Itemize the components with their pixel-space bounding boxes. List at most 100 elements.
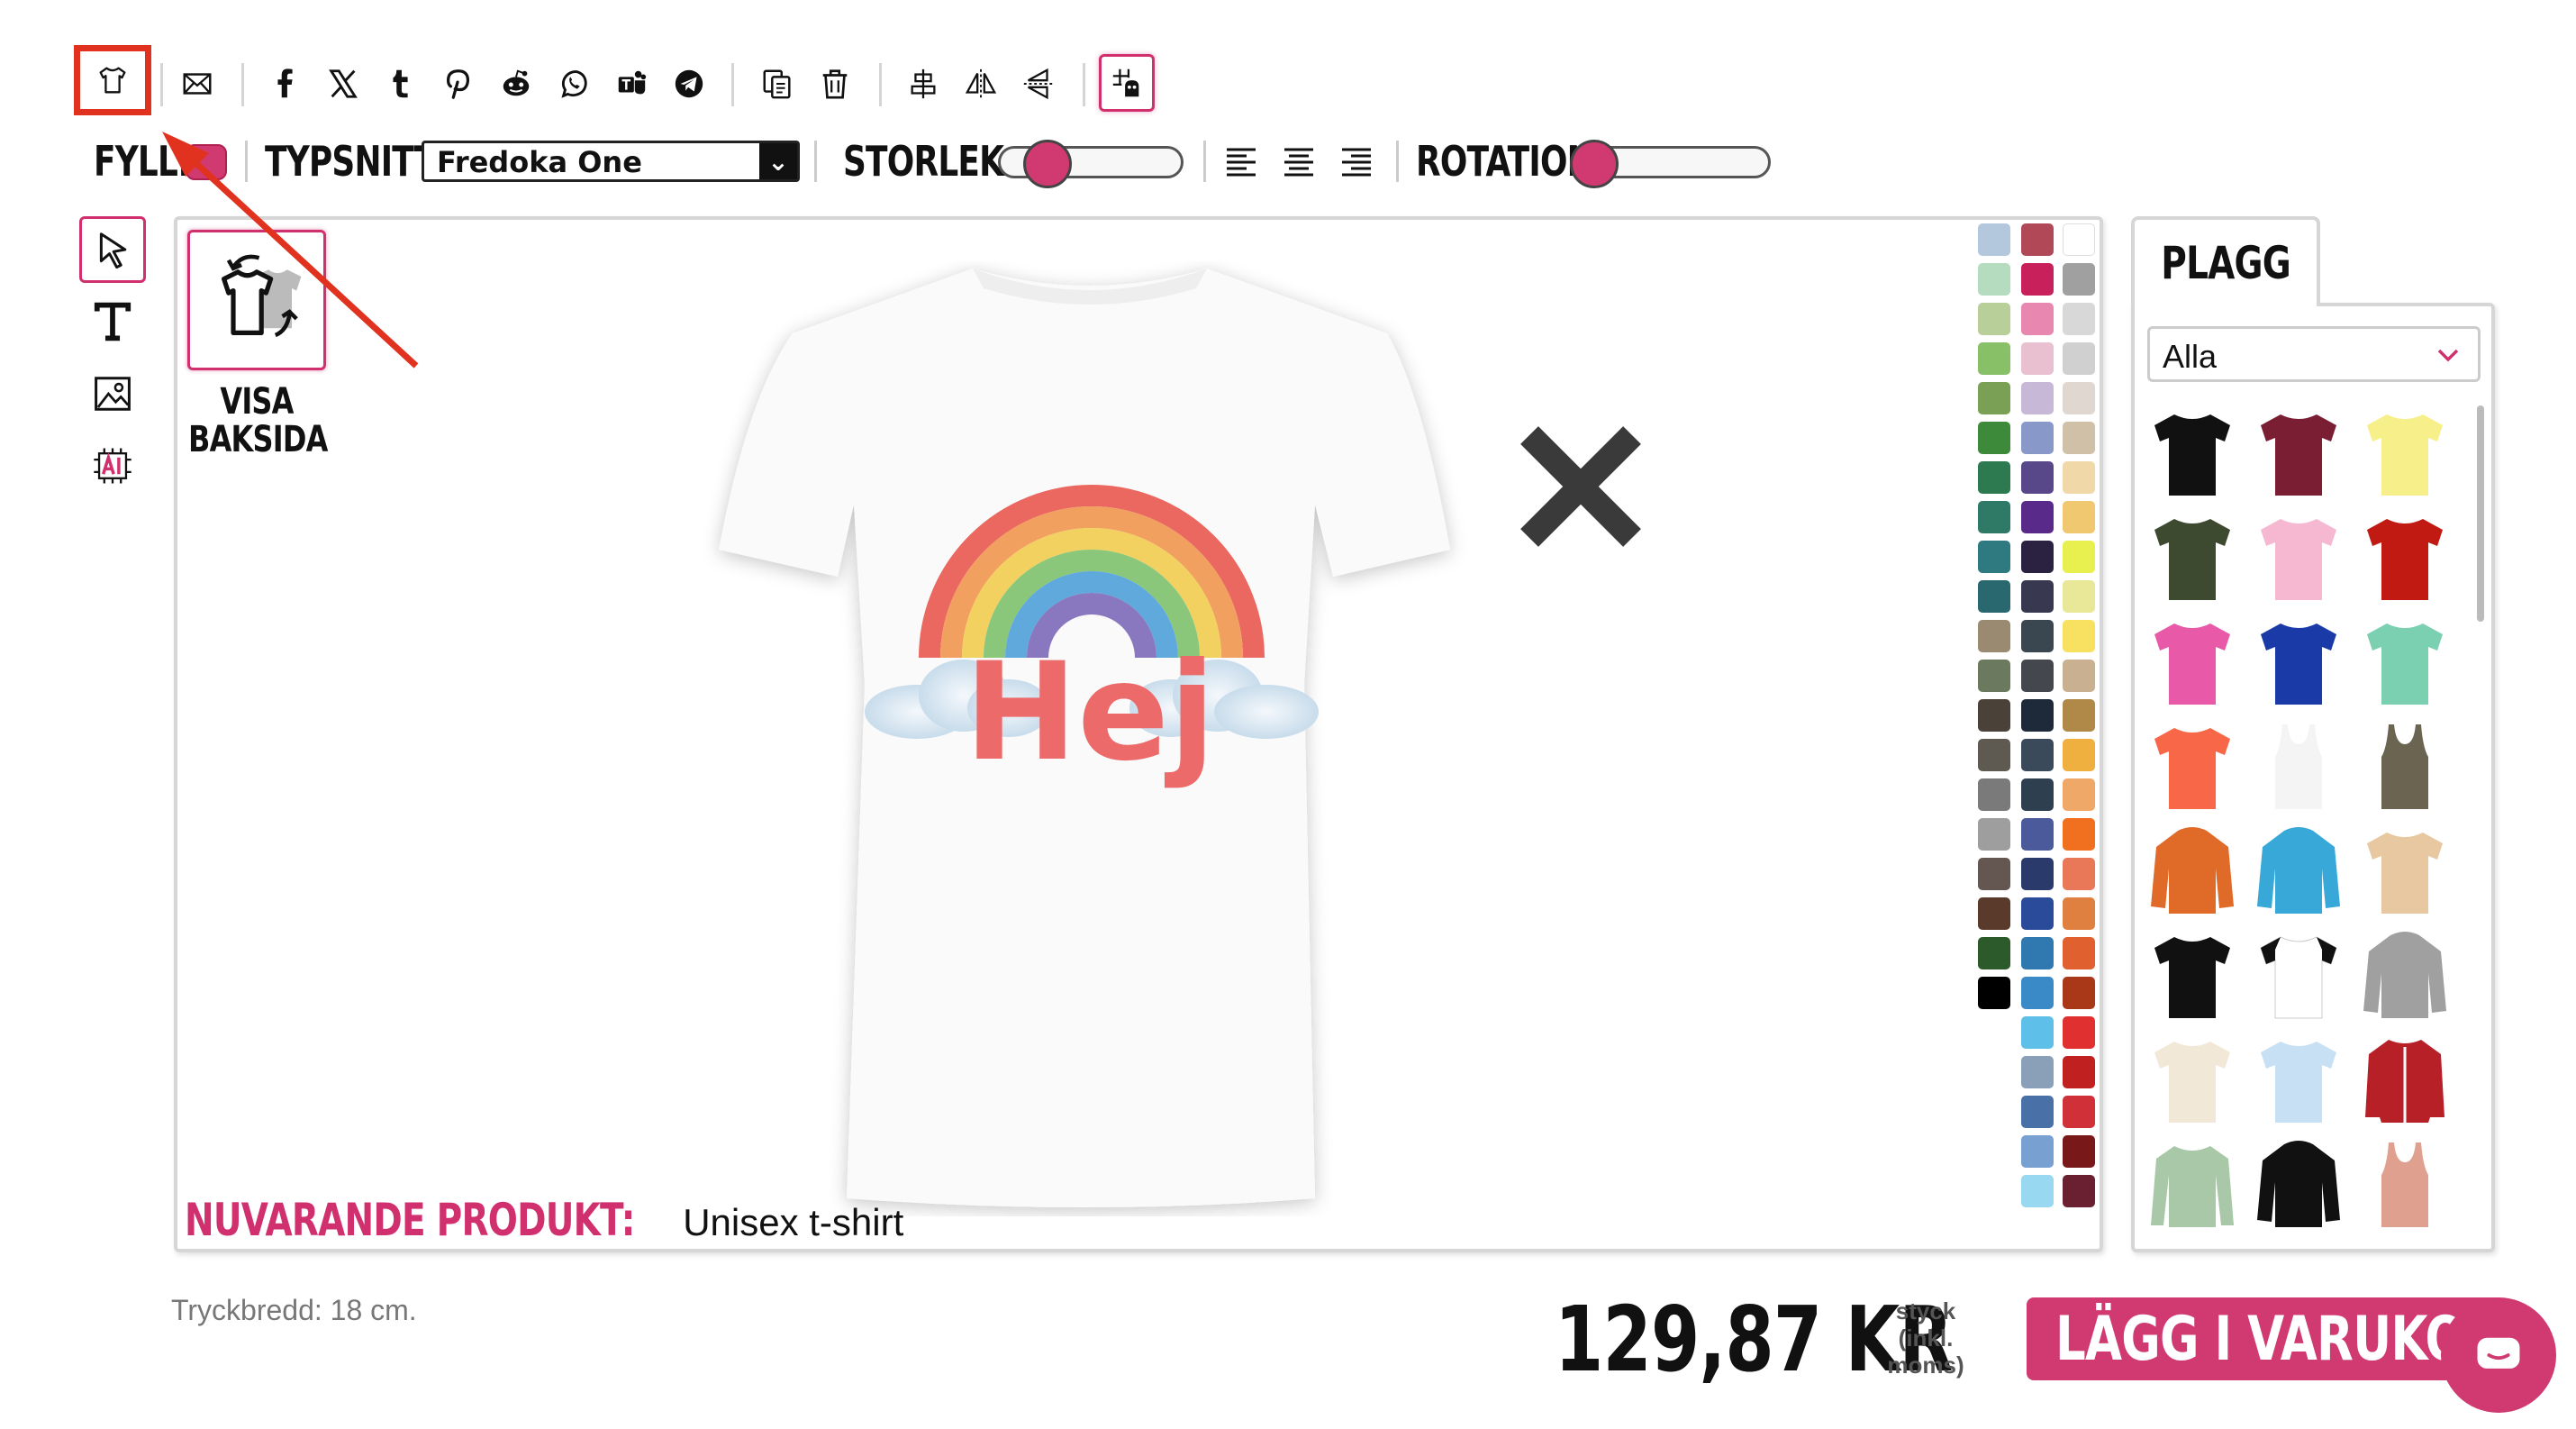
color-swatch[interactable] xyxy=(2021,778,2054,811)
garment-item[interactable] xyxy=(2254,1034,2344,1128)
color-swatch[interactable] xyxy=(2063,1056,2095,1088)
color-swatch[interactable] xyxy=(2021,818,2054,851)
color-swatch[interactable] xyxy=(2063,1175,2095,1207)
rotation-slider[interactable] xyxy=(1570,140,1771,188)
color-swatch[interactable] xyxy=(2063,818,2095,851)
garment-item[interactable] xyxy=(2254,1139,2344,1233)
share-tumblr-button[interactable] xyxy=(375,54,427,114)
garment-item[interactable] xyxy=(2147,721,2237,815)
color-swatch[interactable] xyxy=(2063,699,2095,732)
color-swatch[interactable] xyxy=(1978,858,2010,890)
color-swatch[interactable] xyxy=(1978,699,2010,732)
garment-item[interactable] xyxy=(2147,512,2237,605)
color-swatch[interactable] xyxy=(2063,937,2095,969)
color-swatch[interactable] xyxy=(1978,541,2010,573)
garment-item[interactable] xyxy=(2147,407,2237,501)
share-reddit-button[interactable] xyxy=(490,54,542,114)
garment-filter-select[interactable]: Alla xyxy=(2147,326,2481,382)
duplicate-button[interactable] xyxy=(751,54,803,114)
color-swatch[interactable] xyxy=(1978,422,2010,454)
color-swatch[interactable] xyxy=(2063,501,2095,533)
size-slider[interactable] xyxy=(998,140,1184,188)
garment-item[interactable] xyxy=(2254,721,2344,815)
color-swatch[interactable] xyxy=(2063,223,2095,256)
flip-horizontal-button[interactable] xyxy=(955,54,1007,114)
close-icon[interactable] xyxy=(1513,419,1648,554)
color-swatch[interactable] xyxy=(2063,541,2095,573)
color-swatch[interactable] xyxy=(1978,461,2010,494)
align-center-text-icon[interactable] xyxy=(1281,144,1317,180)
color-swatch[interactable] xyxy=(1978,897,2010,930)
color-swatch[interactable] xyxy=(2021,580,2054,613)
color-swatch[interactable] xyxy=(2021,620,2054,652)
color-swatch[interactable] xyxy=(2063,342,2095,375)
color-swatch[interactable] xyxy=(1978,660,2010,692)
color-swatch[interactable] xyxy=(2063,778,2095,811)
fill-color-swatch[interactable] xyxy=(186,144,227,180)
color-swatch[interactable] xyxy=(2021,858,2054,890)
garment-item[interactable] xyxy=(2360,930,2450,1024)
color-swatch[interactable] xyxy=(1978,223,2010,256)
ai-tool[interactable] xyxy=(79,432,146,499)
garment-item[interactable] xyxy=(2147,1034,2237,1128)
color-swatch[interactable] xyxy=(2021,382,2054,414)
color-swatch[interactable] xyxy=(2021,422,2054,454)
share-telegram-button[interactable] xyxy=(663,54,715,114)
color-swatch[interactable] xyxy=(2021,1016,2054,1049)
garment-item[interactable] xyxy=(2360,512,2450,605)
garment-item[interactable] xyxy=(2360,1034,2450,1128)
chat-button[interactable] xyxy=(2441,1297,2556,1413)
color-swatch[interactable] xyxy=(2063,303,2095,335)
snap-grid-toggle[interactable] xyxy=(1099,54,1155,112)
garment-item[interactable] xyxy=(2254,407,2344,501)
garment-item[interactable] xyxy=(2147,930,2237,1024)
center-align-button[interactable] xyxy=(897,54,949,114)
color-swatch[interactable] xyxy=(1978,620,2010,652)
color-swatch[interactable] xyxy=(2063,620,2095,652)
share-facebook-button[interactable] xyxy=(259,54,312,114)
color-swatch[interactable] xyxy=(2021,461,2054,494)
garment-item[interactable] xyxy=(2147,825,2237,919)
share-pinterest-button[interactable] xyxy=(432,54,485,114)
garment-item[interactable] xyxy=(2254,616,2344,710)
garment-item[interactable] xyxy=(2254,930,2344,1024)
size-slider-knob[interactable] xyxy=(1023,140,1073,188)
select-product-button[interactable] xyxy=(74,45,151,115)
color-swatch[interactable] xyxy=(2063,858,2095,890)
add-to-cart-button[interactable]: LÄGG I VARUKORGEN xyxy=(2027,1297,2504,1380)
color-swatch[interactable] xyxy=(2063,382,2095,414)
color-swatch[interactable] xyxy=(2021,1135,2054,1168)
share-whatsapp-button[interactable] xyxy=(548,54,600,114)
share-teams-button[interactable] xyxy=(605,54,658,114)
color-swatch[interactable] xyxy=(1978,382,2010,414)
add-image-tool[interactable] xyxy=(79,360,146,427)
garment-item[interactable] xyxy=(2254,825,2344,919)
color-swatch[interactable] xyxy=(2063,580,2095,613)
color-swatch[interactable] xyxy=(1978,263,2010,296)
scrollbar[interactable] xyxy=(2477,405,2484,622)
color-swatch[interactable] xyxy=(2021,263,2054,296)
color-swatch[interactable] xyxy=(1978,580,2010,613)
color-swatch[interactable] xyxy=(2063,263,2095,296)
color-swatch[interactable] xyxy=(2021,739,2054,771)
color-swatch[interactable] xyxy=(1978,818,2010,851)
color-swatch[interactable] xyxy=(2021,660,2054,692)
color-swatch[interactable] xyxy=(2021,223,2054,256)
garment-item[interactable] xyxy=(2360,407,2450,501)
color-swatch[interactable] xyxy=(1978,739,2010,771)
color-swatch[interactable] xyxy=(2021,501,2054,533)
color-swatch[interactable] xyxy=(1978,977,2010,1009)
garment-item[interactable] xyxy=(2147,616,2237,710)
color-swatch[interactable] xyxy=(2021,937,2054,969)
flip-vertical-button[interactable] xyxy=(1012,54,1065,114)
color-swatch[interactable] xyxy=(2063,977,2095,1009)
add-text-tool[interactable] xyxy=(79,288,146,355)
color-swatch[interactable] xyxy=(2021,303,2054,335)
color-swatch[interactable] xyxy=(2063,897,2095,930)
color-swatch[interactable] xyxy=(2063,1096,2095,1128)
color-swatch[interactable] xyxy=(2063,739,2095,771)
tab-plagg[interactable]: PLAGG xyxy=(2131,216,2320,306)
color-swatch[interactable] xyxy=(1978,937,2010,969)
color-swatch[interactable] xyxy=(2063,1135,2095,1168)
color-swatch[interactable] xyxy=(2021,1056,2054,1088)
